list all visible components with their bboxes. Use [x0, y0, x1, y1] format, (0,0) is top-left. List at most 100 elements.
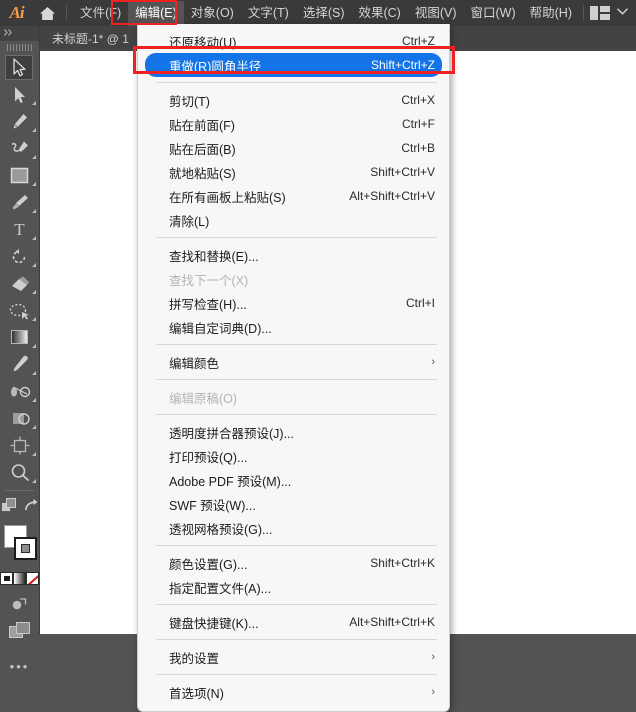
menubar-item-4[interactable]: 选择(S): [296, 1, 352, 26]
menu-item[interactable]: 首选项(N) ›: [138, 680, 449, 704]
direct-selection-tool[interactable]: [0, 81, 39, 108]
curvature-tool[interactable]: [0, 135, 39, 162]
toolbar-more-button[interactable]: •••: [0, 660, 39, 674]
toolbar-grip[interactable]: [0, 41, 39, 54]
menu-item-shortcut: Ctrl+B: [401, 141, 435, 155]
menubar-item-5[interactable]: 效果(C): [351, 1, 407, 26]
menu-item[interactable]: 在所有画板上粘贴(S) Alt+Shift+Ctrl+V: [138, 184, 449, 208]
arrange-objects-icon[interactable]: [0, 497, 17, 519]
menu-item[interactable]: 查找和替换(E)...: [138, 243, 449, 267]
toolbar-secondary-row: [0, 495, 39, 521]
menu-item[interactable]: 我的设置 ›: [138, 645, 449, 669]
tool-expand-corner-icon: [32, 479, 36, 483]
menu-item[interactable]: 键盘快捷键(K)... Alt+Shift+Ctrl+K: [138, 610, 449, 634]
toolbar-collapse-button[interactable]: [0, 26, 39, 41]
gradient-mode-icon[interactable]: [13, 572, 26, 585]
menubar-item-0[interactable]: 文件(F): [73, 1, 128, 26]
menu-item-label: 查找和替换(E)...: [169, 249, 259, 264]
fill-stroke-swatches: [0, 523, 39, 571]
menu-item[interactable]: 贴在后面(B) Ctrl+B: [138, 136, 449, 160]
menu-item[interactable]: 颜色设置(G)... Shift+Ctrl+K: [138, 551, 449, 575]
menu-item-shortcut: Ctrl+I: [405, 296, 435, 310]
menubar-item-3[interactable]: 文字(T): [241, 1, 296, 26]
home-icon[interactable]: [33, 6, 62, 21]
selection-tool[interactable]: [0, 54, 39, 81]
type-tool[interactable]: T: [0, 216, 39, 243]
document-tab[interactable]: 未标题-1* @ 1: [40, 26, 141, 51]
menu-item[interactable]: 透视网格预设(G)...: [138, 516, 449, 540]
zoom-tool[interactable]: [0, 459, 39, 486]
menu-item[interactable]: 重做(R)圆角半径 Shift+Ctrl+Z: [145, 53, 442, 77]
chevron-right-icon: ›: [431, 685, 435, 698]
menu-separator: [156, 379, 437, 380]
menu-item: 查找下一个(X): [138, 267, 449, 291]
menu-item[interactable]: 透明度拼合器预设(J)...: [138, 420, 449, 444]
tool-expand-corner-icon: [32, 236, 36, 240]
menu-item[interactable]: 还原移动(U) Ctrl+Z: [138, 29, 449, 53]
redo-arrow-icon[interactable]: [24, 498, 39, 518]
menu-separator: [156, 82, 437, 83]
menu-item-shortcut: Ctrl+X: [401, 93, 435, 107]
color-mode-icon[interactable]: [0, 572, 13, 585]
artboard-tool[interactable]: [0, 432, 39, 459]
menubar-item-1[interactable]: 编辑(E): [128, 0, 184, 26]
menu-item-label: 我的设置: [169, 651, 220, 666]
menubar-item-7[interactable]: 窗口(W): [464, 1, 523, 26]
menu-separator: [156, 344, 437, 345]
menu-item[interactable]: 打印预设(Q)...: [138, 444, 449, 468]
menu-item-label: 在所有画板上粘贴(S): [169, 190, 286, 205]
screen-mode-icon[interactable]: [8, 622, 31, 644]
blend-tool[interactable]: [0, 378, 39, 405]
stroke-color-swatch[interactable]: [14, 537, 37, 560]
menu-item[interactable]: 就地粘贴(S) Shift+Ctrl+V: [138, 160, 449, 184]
menubar-item-2[interactable]: 对象(O): [184, 1, 241, 26]
menu-item-label: SWF 预设(W)...: [169, 498, 256, 513]
lasso-tool[interactable]: [0, 297, 39, 324]
menu-item-label: 剪切(T): [169, 94, 210, 109]
menu-item-label: 查找下一个(X): [169, 273, 249, 288]
menu-item-label: 指定配置文件(A)...: [169, 581, 272, 596]
menu-item[interactable]: 贴在前面(F) Ctrl+F: [138, 112, 449, 136]
chevron-right-icon: ›: [431, 650, 435, 663]
paintbrush-tool[interactable]: [0, 189, 39, 216]
eraser-tool[interactable]: [0, 270, 39, 297]
tool-expand-corner-icon: [32, 263, 36, 267]
tool-expand-corner-icon: [32, 425, 36, 429]
tool-expand-corner-icon: [32, 398, 36, 402]
app-logo: Ai: [9, 3, 24, 22]
change-screen-mode-icon[interactable]: [11, 597, 28, 617]
menu-item-label: 打印预设(Q)...: [169, 450, 248, 465]
menubar-item-8[interactable]: 帮助(H): [523, 1, 579, 26]
chevron-down-icon[interactable]: [616, 8, 629, 18]
workspace-switcher-icon[interactable]: [590, 6, 610, 20]
menu-item[interactable]: 指定配置文件(A)...: [138, 575, 449, 599]
menubar-item-6[interactable]: 视图(V): [408, 1, 464, 26]
menu-item[interactable]: Adobe PDF 预设(M)...: [138, 468, 449, 492]
gradient-tool[interactable]: [0, 324, 39, 351]
menu-item[interactable]: 清除(L): [138, 208, 449, 232]
shape-builder-tool[interactable]: [0, 405, 39, 432]
rotate-tool[interactable]: [0, 243, 39, 270]
menu-item-label: 首选项(N): [169, 686, 224, 701]
menu-item[interactable]: 编辑自定词典(D)...: [138, 315, 449, 339]
color-mode-buttons: [0, 572, 39, 588]
menu-item-label: 透明度拼合器预设(J)...: [169, 426, 294, 441]
tool-expand-corner-icon: [32, 101, 36, 105]
none-mode-icon[interactable]: [26, 572, 39, 585]
pen-tool[interactable]: [0, 108, 39, 135]
tool-expand-corner-icon: [32, 317, 36, 321]
rectangle-tool[interactable]: [0, 162, 39, 189]
toolbar-divider: [5, 490, 34, 491]
menu-item-label: 键盘快捷键(K)...: [169, 616, 259, 631]
screen-mode-row: [0, 620, 39, 646]
menu-item[interactable]: SWF 预设(W)...: [138, 492, 449, 516]
eyedropper-tool[interactable]: [0, 351, 39, 378]
menu-items: 文件(F) 编辑(E) 对象(O) 文字(T) 选择(S) 效果(C) 视图(V) 窗口(W)…: [73, 0, 579, 26]
menu-item[interactable]: 剪切(T) Ctrl+X: [138, 88, 449, 112]
menu-item[interactable]: 拼写检查(H)... Ctrl+I: [138, 291, 449, 315]
menu-item[interactable]: 编辑颜色 ›: [138, 350, 449, 374]
menu-item-label: 还原移动(U): [169, 35, 237, 50]
tool-expand-corner-icon: [32, 290, 36, 294]
tool-expand-corner-icon: [32, 209, 36, 213]
tool-expand-corner-icon: [32, 371, 36, 375]
